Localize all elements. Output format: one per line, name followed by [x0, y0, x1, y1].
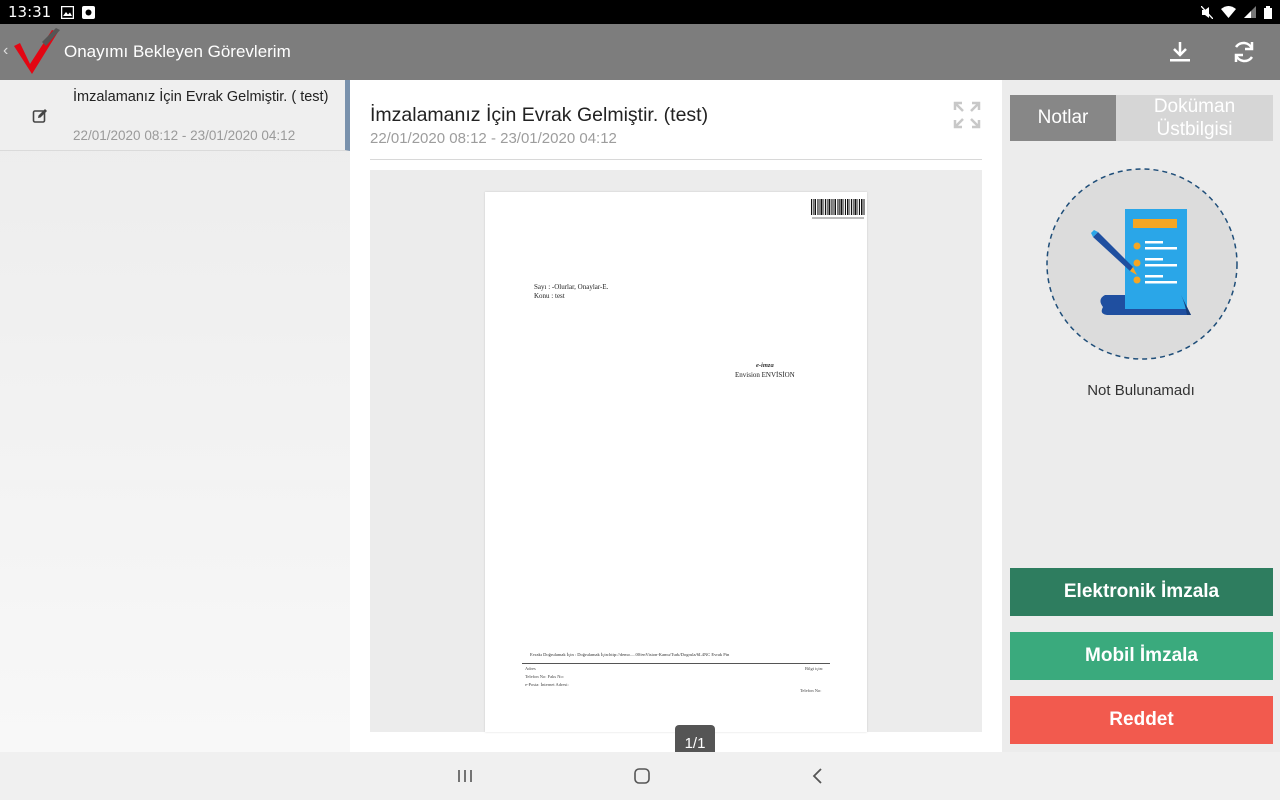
page-email: e-Posta: İnternet Adresi:	[525, 682, 569, 687]
signal-icon	[1244, 6, 1256, 18]
fullscreen-icon[interactable]	[952, 100, 982, 130]
page-signature-label: e-imza	[756, 362, 774, 369]
page-konu: Konu : test	[534, 292, 565, 300]
image-icon	[61, 5, 75, 19]
home-icon[interactable]	[630, 764, 654, 788]
document-page: Sayı : -Olurlar, Onaylar-E. Konu : test …	[485, 192, 867, 732]
notification-icon	[82, 5, 96, 19]
tab-document-metadata[interactable]: Doküman Üstbilgisi	[1116, 95, 1273, 141]
page-address: Adres	[525, 666, 536, 671]
page-phone-right: Telefon No:	[800, 688, 822, 693]
app-title: Onayımı Bekleyen Görevlerim	[64, 42, 291, 61]
refresh-icon[interactable]	[1230, 38, 1258, 66]
page-info: Bilgi için:	[805, 666, 824, 671]
page-footer-line	[522, 663, 830, 664]
document-date: 22/01/2020 08:12 - 23/01/2020 04:12	[370, 130, 617, 147]
document-viewer[interactable]: Sayı : -Olurlar, Onaylar-E. Konu : test …	[370, 170, 982, 761]
page-sayi: Sayı : -Olurlar, Onaylar-E.	[534, 283, 609, 291]
empty-notes-text: Not Bulunamadı	[1087, 382, 1195, 399]
system-nav-bar	[0, 752, 1280, 800]
page-footer: Evrakı Doğrulamak İçin : Doğrulamak İçin…	[530, 652, 730, 657]
battery-icon	[1264, 5, 1272, 19]
task-list: İmzalamanız İçin Evrak Gelmiştir. ( test…	[0, 80, 350, 752]
page-signer: Envision ENVİSİON	[735, 371, 795, 379]
reject-button[interactable]: Reddet	[1010, 696, 1273, 744]
status-time: 13:31	[8, 3, 52, 21]
wifi-icon	[1221, 6, 1236, 18]
electronic-sign-button[interactable]: Elektronik İmzala	[1010, 568, 1273, 616]
notes-panel: Notlar Doküman Üstbilgisi Not Bulunamadı…	[1002, 80, 1280, 752]
mobile-sign-button[interactable]: Mobil İmzala	[1010, 632, 1273, 680]
notes-empty-illustration	[1046, 168, 1238, 360]
document-title: İmzalamanız İçin Evrak Gelmiştir. (test)	[370, 104, 709, 126]
panel-tabs: Notlar Doküman Üstbilgisi	[1010, 95, 1273, 141]
task-date: 22/01/2020 08:12 - 23/01/2020 04:12	[73, 128, 296, 143]
back-icon[interactable]	[806, 764, 830, 788]
barcode	[811, 199, 865, 219]
title-divider	[370, 159, 982, 160]
task-list-item[interactable]: İmzalamanız İçin Evrak Gelmiştir. ( test…	[0, 80, 350, 151]
app-bar: ‹ Onayımı Bekleyen Görevlerim	[0, 24, 1280, 80]
download-icon[interactable]	[1166, 38, 1194, 66]
edit-icon	[32, 109, 47, 123]
mute-icon	[1201, 5, 1213, 19]
app-logo[interactable]	[8, 28, 62, 76]
task-title: İmzalamanız İçin Evrak Gelmiştir. ( test…	[73, 89, 329, 105]
tab-notes[interactable]: Notlar	[1010, 95, 1116, 141]
recents-icon[interactable]	[453, 764, 477, 788]
status-bar: 13:31	[0, 0, 1280, 24]
page-phone: Telefon No: Faks No:	[525, 674, 565, 679]
document-panel: İmzalamanız İçin Evrak Gelmiştir. (test)…	[350, 80, 1002, 761]
